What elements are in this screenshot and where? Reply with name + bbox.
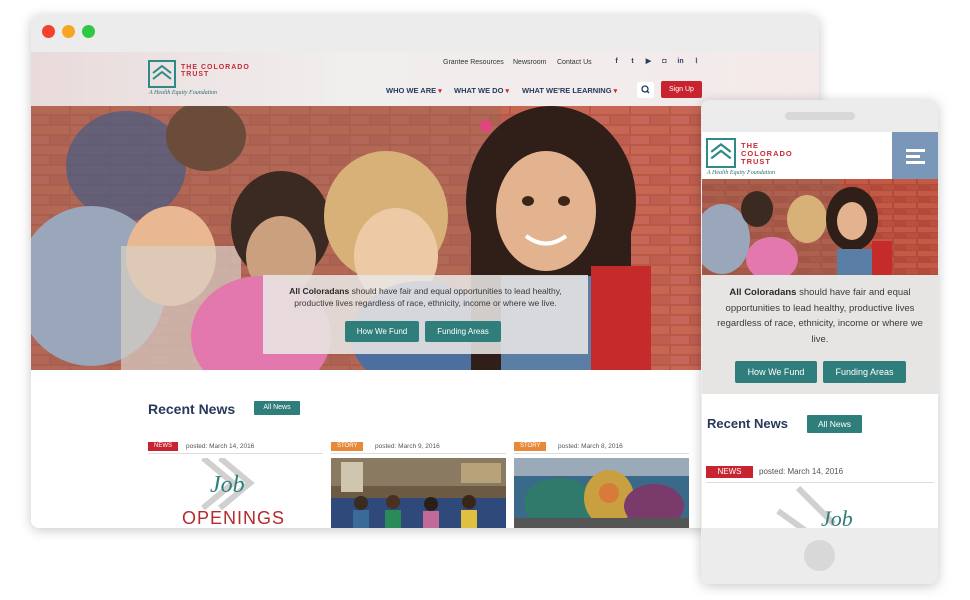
nav-who-we-are[interactable]: WHO WE ARE ▾ [386, 86, 442, 95]
recent-news-heading: Recent News [148, 401, 236, 417]
hamburger-icon [906, 149, 925, 152]
classroom-photo-thumbnail [331, 458, 506, 528]
hero-message-bold: All Coloradans [289, 286, 350, 296]
thumb-job-word: Job [821, 506, 853, 528]
close-window-button[interactable] [42, 25, 55, 38]
minimize-window-button[interactable] [62, 25, 75, 38]
rss-icon[interactable]: ⌇ [692, 57, 701, 66]
divider [706, 482, 934, 483]
mobile-hero-message-bold: All Coloradans [729, 287, 797, 298]
logo-tagline: A Health Equity Foundation [149, 90, 218, 96]
story-tag: STORY [514, 442, 547, 451]
thumb-job-word: Job [210, 472, 245, 498]
utility-link-contact-us[interactable]: Contact Us [557, 59, 592, 66]
youtube-icon[interactable]: ▶ [644, 57, 653, 66]
hamburger-menu-button[interactable] [892, 132, 938, 179]
utility-link-newsroom[interactable]: Newsroom [513, 59, 546, 66]
utility-link-grantee-resources[interactable]: Grantee Resources [443, 59, 504, 66]
logo-name: THE COLORADO TRUST [181, 64, 250, 78]
thumb-openings-word: OPENINGS [182, 508, 286, 528]
mural-photo-thumbnail [514, 458, 689, 528]
nav-what-were-learning-label: WHAT WE'RE LEARNING [522, 86, 612, 95]
instagram-icon[interactable]: ◘ [660, 57, 669, 66]
mobile-recent-news-heading: Recent News [707, 416, 788, 431]
chevron-down-icon: ▾ [438, 88, 442, 95]
linkedin-icon[interactable]: in [676, 57, 685, 66]
mobile-header: THE COLORADO TRUST A Health Equity Found… [702, 132, 938, 179]
search-icon [641, 85, 650, 94]
mobile-logo-tagline: A Health Equity Foundation [707, 170, 776, 176]
divider [148, 453, 323, 454]
mobile-hero-image [702, 179, 938, 275]
chevron-down-icon: ▾ [613, 88, 618, 95]
hero-message: All Coloradans should have fair and equa… [275, 285, 576, 309]
site-header: THE COLORADO TRUST A Health Equity Found… [31, 52, 819, 106]
nav-what-we-do[interactable]: WHAT WE DO ▾ [454, 86, 509, 95]
how-we-fund-button[interactable]: How We Fund [345, 321, 419, 342]
news-tag: NEWS [706, 466, 753, 478]
logo-mark-icon [706, 138, 736, 168]
mobile-all-news-button[interactable]: All News [807, 415, 862, 433]
mobile-site: THE COLORADO TRUST A Health Equity Found… [702, 132, 938, 528]
phone-home-button[interactable] [804, 540, 835, 571]
twitter-icon[interactable]: t [628, 57, 637, 66]
nav-what-were-learning[interactable]: WHAT WE'RE LEARNING ▾ [522, 86, 617, 95]
mobile-logo-name: THE COLORADO TRUST [741, 141, 793, 166]
mobile-funding-areas-button[interactable]: Funding Areas [823, 361, 906, 383]
sign-up-button[interactable]: Sign Up [661, 81, 702, 98]
maximize-window-button[interactable] [82, 25, 95, 38]
nav-what-we-do-label: WHAT WE DO [454, 86, 504, 95]
mobile-hero-message-box: All Coloradans should have fair and equa… [702, 275, 938, 394]
phone-speaker [785, 112, 855, 120]
browser-title-bar [31, 15, 819, 52]
job-openings-thumbnail [776, 486, 837, 528]
chevron-down-icon: ▾ [505, 88, 510, 95]
divider [331, 453, 506, 454]
nav-who-we-are-label: WHO WE ARE [386, 86, 437, 95]
divider [514, 453, 689, 454]
search-button[interactable] [637, 82, 654, 98]
job-openings-thumbnail: Job OPENINGS [148, 458, 323, 528]
hero-message-box: All Coloradans should have fair and equa… [263, 275, 588, 354]
logo-mark-icon [148, 60, 176, 88]
funding-areas-button[interactable]: Funding Areas [425, 321, 501, 342]
posted-date: posted: March 8, 2016 [558, 443, 623, 450]
posted-date: posted: March 14, 2016 [759, 467, 844, 476]
news-tag: NEWS [148, 442, 178, 451]
posted-date: posted: March 9, 2016 [375, 443, 440, 450]
mobile-hero-message: All Coloradans should have fair and equa… [710, 285, 930, 347]
posted-date: posted: March 14, 2016 [186, 443, 255, 450]
mobile-device-frame: THE COLORADO TRUST A Health Equity Found… [701, 100, 938, 584]
story-tag: STORY [331, 442, 364, 451]
mobile-how-we-fund-button[interactable]: How We Fund [735, 361, 817, 383]
facebook-icon[interactable]: f [612, 57, 621, 66]
all-news-button[interactable]: All News [254, 401, 300, 415]
